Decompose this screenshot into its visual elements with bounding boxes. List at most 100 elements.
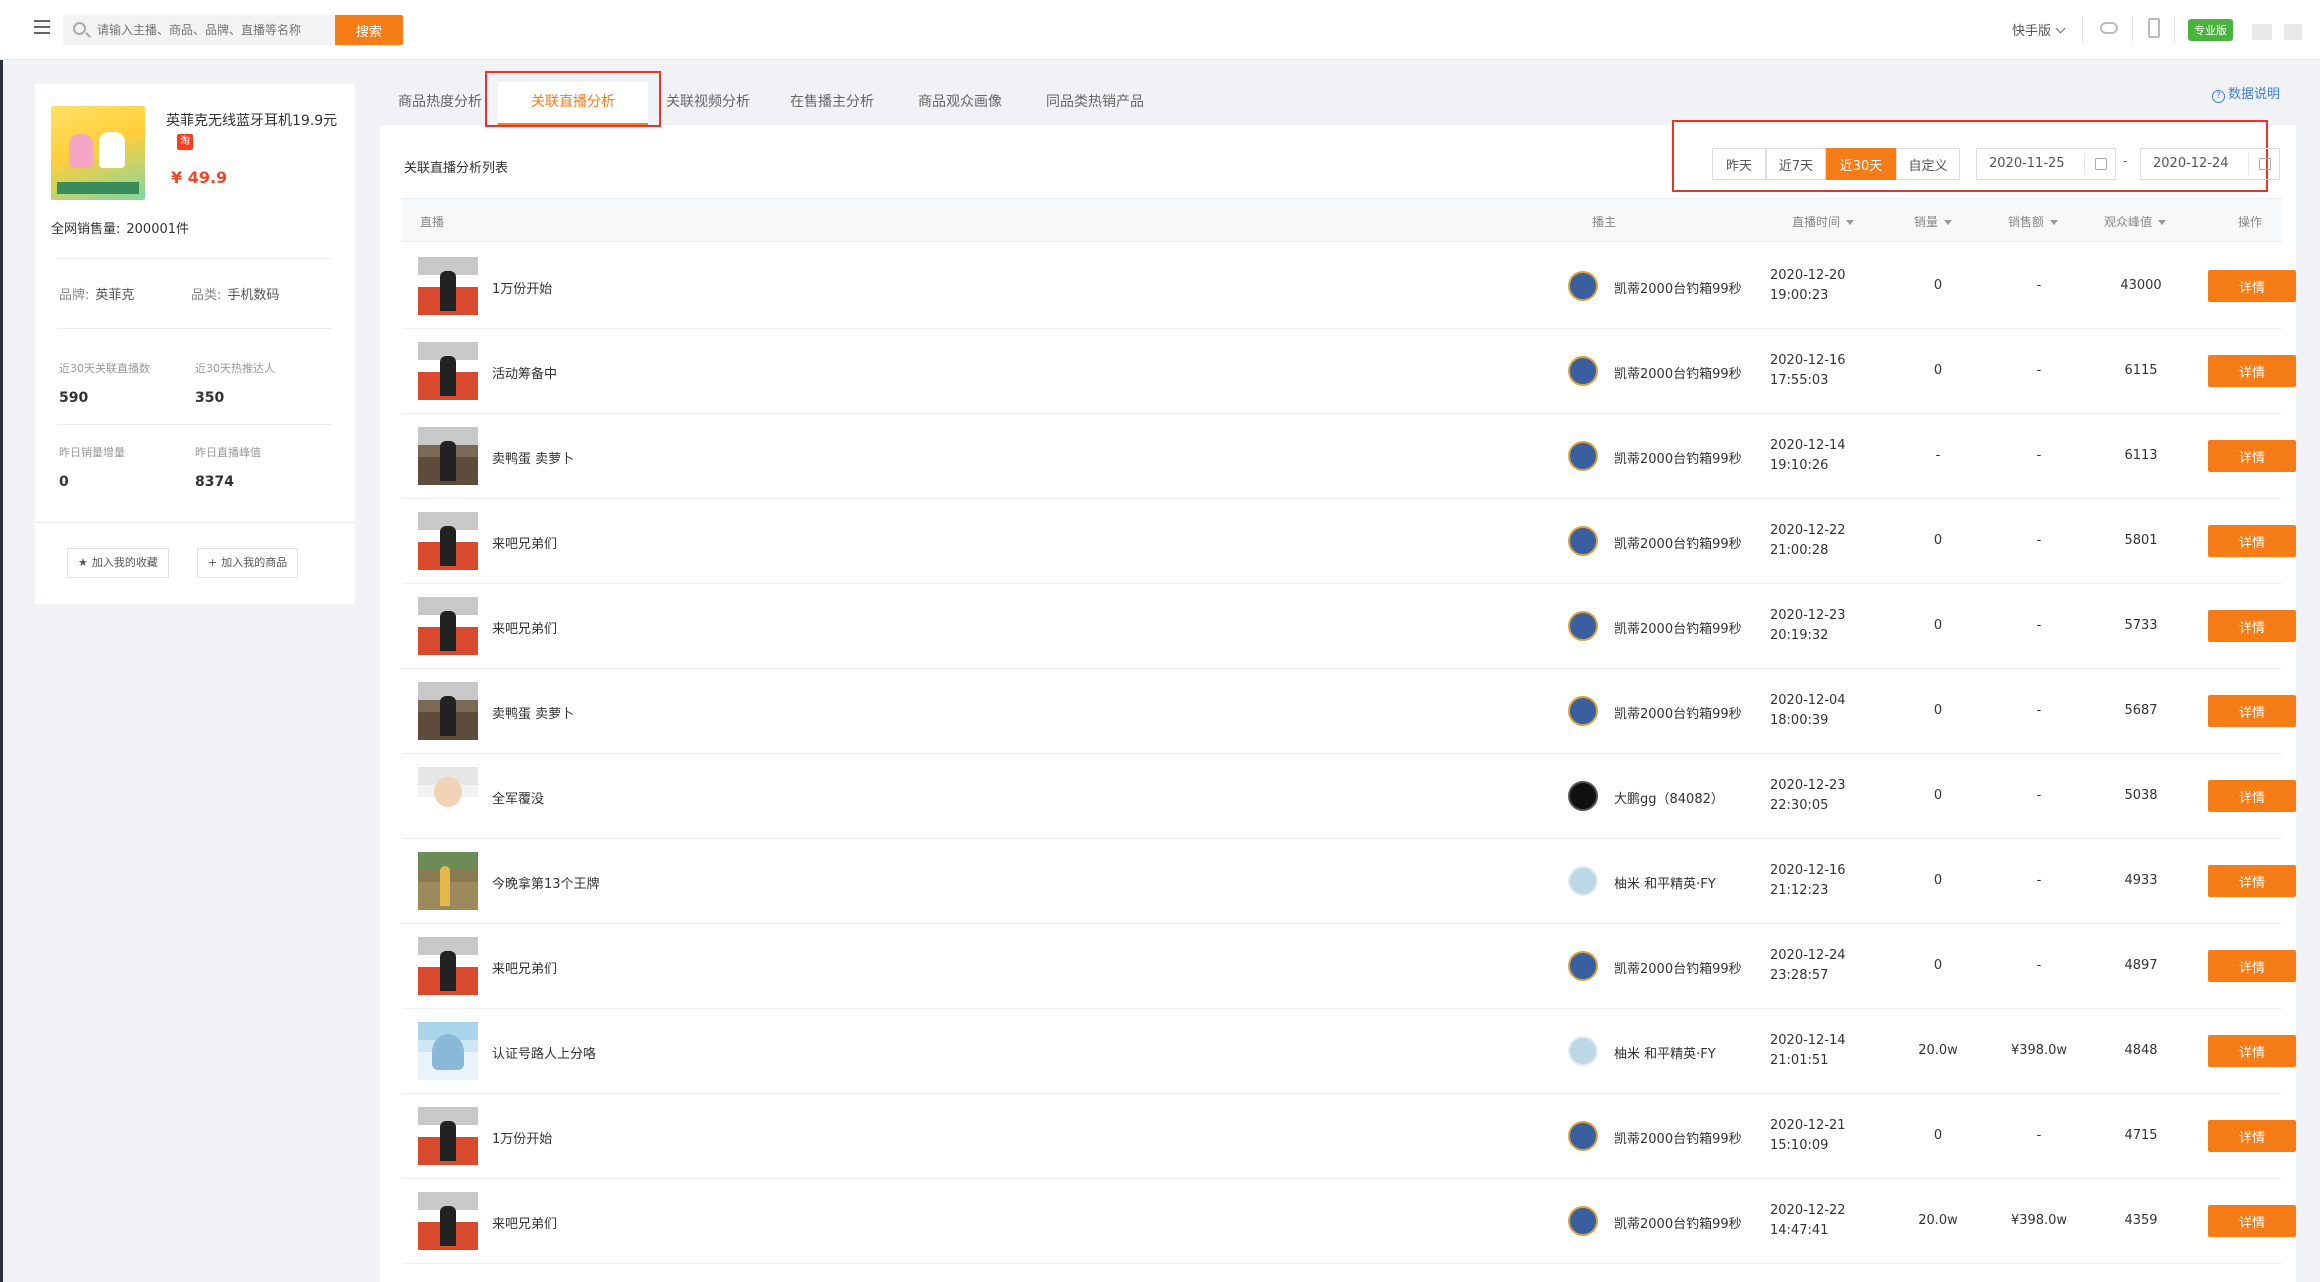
live-title[interactable]: 来吧兄弟们	[492, 1213, 557, 1232]
live-thumbnail[interactable]	[418, 512, 478, 570]
col-sales[interactable]: 销量	[1914, 213, 1953, 230]
live-thumbnail[interactable]	[418, 342, 478, 400]
search-button[interactable]: 搜索	[335, 15, 403, 45]
table-row[interactable]: 今晚拿第13个王牌 柚米 和平精英·FY 2020-12-16 21:12:23 …	[402, 839, 2296, 924]
anchor-avatar[interactable]	[1568, 271, 1598, 301]
table-row[interactable]: 认证号路人上分咯 柚米 和平精英·FY 2020-12-14 21:01:51 2…	[402, 1009, 2296, 1094]
live-title[interactable]: 1万份开始	[492, 1128, 552, 1147]
detail-button[interactable]: 详情	[2208, 695, 2296, 727]
anchor-avatar[interactable]	[1568, 441, 1598, 471]
anchor-name[interactable]: 凯蒂2000台钓箱99秒	[1614, 278, 1742, 297]
anchor-name[interactable]: 凯蒂2000台钓箱99秒	[1614, 533, 1742, 552]
anchor-avatar[interactable]	[1568, 866, 1598, 896]
tab-heat-analysis[interactable]: 商品热度分析	[380, 82, 500, 125]
data-help-link[interactable]: ? 数据说明	[2212, 83, 2280, 103]
range-custom-button[interactable]: 自定义	[1896, 148, 1960, 180]
anchor-avatar[interactable]	[1568, 781, 1598, 811]
anchor-name[interactable]: 凯蒂2000台钓箱99秒	[1614, 958, 1742, 977]
live-title[interactable]: 认证号路人上分咯	[492, 1043, 596, 1062]
start-date-input[interactable]: 2020-11-25	[1976, 148, 2116, 180]
stat-value: 590	[59, 390, 89, 406]
table-row[interactable]: 活动筹备中 凯蒂2000台钓箱99秒 2020-12-16 17:55:03 0 …	[402, 329, 2296, 414]
live-title[interactable]: 1万份开始	[492, 278, 552, 297]
add-product-button[interactable]: + 加入我的商品	[197, 548, 299, 578]
col-live-time[interactable]: 直播时间	[1792, 213, 1855, 230]
detail-button[interactable]: 详情	[2208, 1035, 2296, 1067]
anchor-name[interactable]: 凯蒂2000台钓箱99秒	[1614, 703, 1742, 722]
anchor-name[interactable]: 柚米 和平精英·FY	[1614, 1043, 1716, 1062]
detail-button[interactable]: 详情	[2208, 1120, 2296, 1152]
anchor-avatar[interactable]	[1568, 951, 1598, 981]
anchor-name[interactable]: 大鹏gg（84082）	[1614, 788, 1724, 807]
detail-button[interactable]: 详情	[2208, 865, 2296, 897]
live-thumbnail[interactable]	[418, 1022, 478, 1080]
anchor-avatar[interactable]	[1568, 356, 1598, 386]
tab-audience-profile[interactable]: 商品观众画像	[896, 82, 1024, 125]
user-avatar[interactable]	[2252, 24, 2272, 40]
live-thumbnail[interactable]	[418, 682, 478, 740]
detail-button[interactable]: 详情	[2208, 1205, 2296, 1237]
live-thumbnail[interactable]	[418, 852, 478, 910]
range-30days-button[interactable]: 近30天	[1826, 148, 1896, 180]
search-input[interactable]	[97, 15, 327, 45]
table-row[interactable]: 卖鸭蛋 卖萝卜 凯蒂2000台钓箱99秒 2020-12-04 18:00:39 …	[402, 669, 2296, 754]
detail-button[interactable]: 详情	[2208, 950, 2296, 982]
range-7days-button[interactable]: 近7天	[1766, 148, 1826, 180]
live-thumbnail[interactable]	[418, 767, 478, 825]
cloud-icon[interactable]	[2100, 22, 2118, 34]
table-row[interactable]: 来吧兄弟们 凯蒂2000台钓箱99秒 2020-12-22 14:47:41 20…	[402, 1179, 2296, 1264]
detail-button[interactable]: 详情	[2208, 440, 2296, 472]
live-thumbnail[interactable]	[418, 1107, 478, 1165]
anchor-avatar[interactable]	[1568, 1036, 1598, 1066]
tab-similar-products[interactable]: 同品类热销产品	[1024, 82, 1166, 125]
table-row[interactable]: 来吧兄弟们 凯蒂2000台钓箱99秒 2020-12-23 20:19:32 0 …	[402, 584, 2296, 669]
live-title[interactable]: 来吧兄弟们	[492, 618, 557, 637]
add-favorite-button[interactable]: ★ 加入我的收藏	[67, 548, 169, 578]
detail-button[interactable]: 详情	[2208, 270, 2296, 302]
live-thumbnail[interactable]	[418, 427, 478, 485]
tab-anchor-analysis[interactable]: 在售播主分析	[768, 82, 896, 125]
platform-selector[interactable]: 快手版	[2012, 20, 2066, 39]
anchor-name[interactable]: 柚米 和平精英·FY	[1614, 873, 1716, 892]
product-title[interactable]: 英菲克无线蓝牙耳机19.9元	[166, 110, 337, 130]
detail-button[interactable]: 详情	[2208, 525, 2296, 557]
anchor-avatar[interactable]	[1568, 696, 1598, 726]
table-row[interactable]: 卖鸭蛋 卖萝卜 凯蒂2000台钓箱99秒 2020-12-14 19:10:26 …	[402, 414, 2296, 499]
live-title[interactable]: 卖鸭蛋 卖萝卜	[492, 448, 574, 467]
anchor-name[interactable]: 凯蒂2000台钓箱99秒	[1614, 618, 1742, 637]
live-thumbnail[interactable]	[418, 1192, 478, 1250]
tab-video-analysis[interactable]: 关联视频分析	[648, 82, 768, 125]
live-title[interactable]: 卖鸭蛋 卖萝卜	[492, 703, 574, 722]
table-row[interactable]: 1万份开始 凯蒂2000台钓箱99秒 2020-12-21 15:10:09 0 …	[402, 1094, 2296, 1179]
live-thumbnail[interactable]	[418, 597, 478, 655]
col-amount[interactable]: 销售额	[2008, 213, 2059, 230]
anchor-avatar[interactable]	[1568, 1206, 1598, 1236]
table-row[interactable]: 来吧兄弟们 凯蒂2000台钓箱99秒 2020-12-22 21:00:28 0 …	[402, 499, 2296, 584]
detail-button[interactable]: 详情	[2208, 610, 2296, 642]
live-title[interactable]: 来吧兄弟们	[492, 958, 557, 977]
end-date-input[interactable]: 2020-12-24	[2140, 148, 2280, 180]
live-thumbnail[interactable]	[418, 937, 478, 995]
anchor-avatar[interactable]	[1568, 611, 1598, 641]
col-peak[interactable]: 观众峰值	[2104, 213, 2167, 230]
detail-button[interactable]: 详情	[2208, 780, 2296, 812]
live-title[interactable]: 今晚拿第13个王牌	[492, 873, 600, 892]
table-row[interactable]: 来吧兄弟们 凯蒂2000台钓箱99秒 2020-12-24 23:28:57 0 …	[402, 924, 2296, 1009]
range-yesterday-button[interactable]: 昨天	[1712, 148, 1766, 180]
menu-icon[interactable]	[34, 20, 50, 34]
user-menu[interactable]	[2284, 24, 2302, 40]
anchor-name[interactable]: 凯蒂2000台钓箱99秒	[1614, 1128, 1742, 1147]
anchor-avatar[interactable]	[1568, 526, 1598, 556]
live-title[interactable]: 来吧兄弟们	[492, 533, 557, 552]
table-row[interactable]: 1万份开始 凯蒂2000台钓箱99秒 2020-12-20 19:00:23 0 …	[402, 244, 2296, 329]
table-row[interactable]: 全军覆没 大鹏gg（84082） 2020-12-23 22:30:05 0 - …	[402, 754, 2296, 839]
mobile-icon[interactable]	[2148, 18, 2160, 38]
live-title[interactable]: 全军覆没	[492, 788, 544, 807]
live-title[interactable]: 活动筹备中	[492, 363, 557, 382]
anchor-name[interactable]: 凯蒂2000台钓箱99秒	[1614, 1213, 1742, 1232]
detail-button[interactable]: 详情	[2208, 355, 2296, 387]
anchor-avatar[interactable]	[1568, 1121, 1598, 1151]
live-thumbnail[interactable]	[418, 257, 478, 315]
anchor-name[interactable]: 凯蒂2000台钓箱99秒	[1614, 448, 1742, 467]
anchor-name[interactable]: 凯蒂2000台钓箱99秒	[1614, 363, 1742, 382]
